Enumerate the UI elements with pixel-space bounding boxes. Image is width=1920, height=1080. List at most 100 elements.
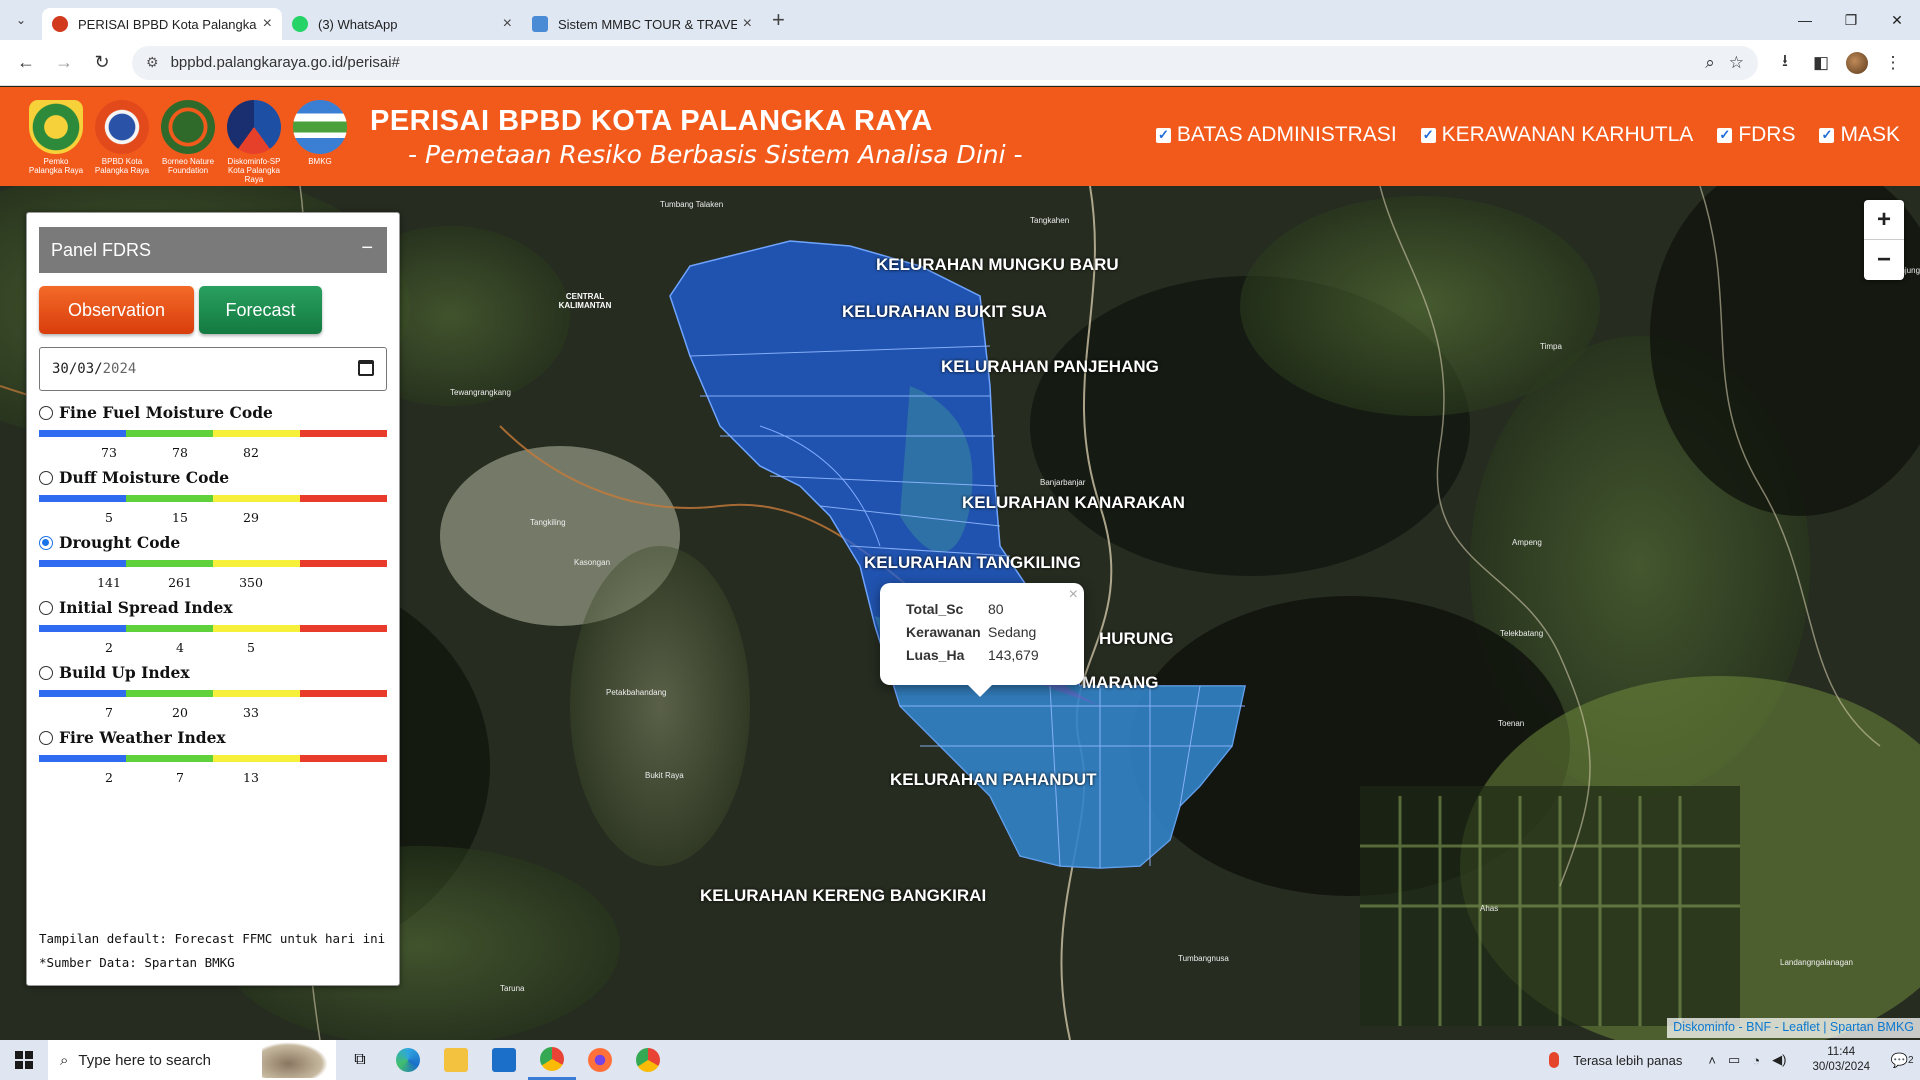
layer-kerawanan-karhutla[interactable]: ✓ KERAWANAN KARHUTLA <box>1420 123 1693 147</box>
chrome-icon[interactable] <box>528 1040 576 1080</box>
kelurahan-label: KELURAHAN BUKIT SUA <box>842 302 1047 321</box>
tab-title: Sistem MMBC TOUR & TRAVEL <box>558 16 737 32</box>
fdrs-index-option[interactable]: Drought Code 141 261 350 <box>39 533 389 590</box>
address-bar[interactable]: ⚙ bppbd.palangkaraya.go.id/perisai# ⌕ ☆ <box>132 45 1758 80</box>
close-window-icon[interactable]: ✕ <box>1874 0 1920 40</box>
browser-tab-strip: ⌄ PERISAI BPBD Kota Palangka Ra × (3) Wh… <box>0 0 1920 40</box>
meet-icon[interactable]: ▭ <box>1728 1052 1740 1068</box>
index-label[interactable]: Build Up Index <box>39 663 389 682</box>
radio-button[interactable] <box>39 405 53 420</box>
window-controls: — ❐ ✕ <box>1782 0 1920 40</box>
tab-perisai[interactable]: PERISAI BPBD Kota Palangka Ra × <box>42 8 282 40</box>
popup-row: Total_Sc 80 <box>906 601 1004 617</box>
file-explorer-icon[interactable] <box>432 1040 480 1080</box>
place-label: Toenan <box>1498 719 1525 728</box>
scale-tick-label: 33 <box>243 705 259 720</box>
clock[interactable]: 11:44 30/03/2024 <box>1812 1045 1870 1075</box>
scale-tick-label: 29 <box>243 510 259 525</box>
tab-whatsapp[interactable]: (3) WhatsApp × <box>282 8 522 40</box>
tab-title: (3) WhatsApp <box>318 16 398 32</box>
minimize-icon[interactable]: — <box>1782 0 1828 40</box>
forward-icon[interactable]: → <box>48 47 80 79</box>
url-text[interactable]: bppbd.palangkaraya.go.id/perisai# <box>171 54 1692 71</box>
radio-button[interactable] <box>39 470 53 485</box>
fdrs-index-option[interactable]: Fire Weather Index 2 7 13 <box>39 728 389 785</box>
fdrs-index-option[interactable]: Build Up Index 7 20 33 <box>39 663 389 720</box>
color-scale-bar <box>39 690 387 697</box>
place-label: Kasongan <box>574 558 611 567</box>
notification-icon[interactable]: 💬 2 <box>1884 1052 1920 1069</box>
site-info-icon[interactable]: ⚙ <box>146 54 159 71</box>
back-icon[interactable]: ← <box>10 47 42 79</box>
index-label[interactable]: Initial Spread Index <box>39 598 389 617</box>
new-tab-icon[interactable]: + <box>772 7 785 33</box>
place-label: Bukit Raya <box>645 771 684 780</box>
index-label[interactable]: Duff Moisture Code <box>39 468 389 487</box>
kelurahan-label: KELURAHAN KERENG BANGKIRAI <box>700 886 987 905</box>
checkbox-icon[interactable]: ✓ <box>1155 127 1171 143</box>
fdrs-index-option[interactable]: Fine Fuel Moisture Code 73 78 82 <box>39 403 389 460</box>
weather-widget[interactable]: Terasa lebih panas <box>1549 1052 1682 1068</box>
default-view-note: Tampilan default: Forecast FFMC untuk ha… <box>39 931 386 946</box>
panel-minimize-button[interactable]: − <box>361 237 373 260</box>
search-icon: ⌕ <box>60 1051 69 1069</box>
scale-tick-label: 20 <box>172 705 188 720</box>
radio-button[interactable] <box>39 730 53 745</box>
side-panel-icon[interactable]: ◧ <box>1804 46 1838 80</box>
kelurahan-label: KELURAHAN PANJEHANG <box>941 357 1159 376</box>
scale-tick-label: 7 <box>105 705 113 720</box>
tab-search-icon[interactable]: ⌄ <box>8 7 34 33</box>
fdrs-index-option[interactable]: Duff Moisture Code 5 15 29 <box>39 468 389 525</box>
fdrs-index-option[interactable]: Initial Spread Index 2 4 5 <box>39 598 389 655</box>
zoom-out-button[interactable]: − <box>1864 240 1904 280</box>
date-input[interactable]: 30/03/2024 <box>39 347 387 391</box>
index-label[interactable]: Drought Code <box>39 533 389 552</box>
bookmark-star-icon[interactable]: ☆ <box>1729 53 1744 73</box>
chrome-profile-icon[interactable] <box>624 1040 672 1080</box>
popup-close-button[interactable]: × <box>1069 586 1078 604</box>
observation-button[interactable]: Observation <box>39 286 194 334</box>
checkbox-icon[interactable]: ✓ <box>1717 127 1733 143</box>
task-view-icon[interactable]: ⧉ <box>336 1040 384 1080</box>
chevron-up-icon[interactable]: ˄ <box>1708 1053 1716 1068</box>
map-attribution[interactable]: Diskominfo - BNF - Leaflet | Spartan BMK… <box>1667 1018 1920 1038</box>
thermometer-icon <box>1549 1052 1560 1068</box>
color-scale-bar <box>39 755 387 762</box>
forecast-button[interactable]: Forecast <box>199 286 322 334</box>
profile-avatar[interactable] <box>1840 46 1874 80</box>
reload-icon[interactable]: ↻ <box>86 47 118 79</box>
download-icon[interactable]: ⭳ <box>1768 46 1802 80</box>
zoom-icon[interactable]: ⌕ <box>1705 53 1715 73</box>
place-label: Taruna <box>500 984 525 993</box>
radio-button[interactable] <box>39 600 53 615</box>
checkbox-icon[interactable]: ✓ <box>1420 127 1436 143</box>
bnf-logo: Borneo Nature Foundation <box>158 99 218 175</box>
taskbar-search[interactable]: ⌕ Type here to search <box>48 1040 336 1080</box>
mail-icon[interactable] <box>480 1040 528 1080</box>
radio-button[interactable] <box>39 535 53 550</box>
place-label: Timpa <box>1540 342 1562 351</box>
close-tab-icon[interactable]: × <box>263 15 272 33</box>
layer-fdrs[interactable]: ✓ FDRS <box>1717 123 1795 147</box>
layer-mask[interactable]: ✓ MASK <box>1819 123 1900 147</box>
close-tab-icon[interactable]: × <box>503 15 512 33</box>
bpbd-logo: BPBD Kota Palangka Raya <box>92 99 152 175</box>
checkbox-icon[interactable]: ✓ <box>1819 127 1835 143</box>
scale-tick-label: 261 <box>168 575 192 590</box>
whatsapp-favicon-icon <box>292 16 308 32</box>
calendar-icon[interactable] <box>358 360 374 376</box>
start-button[interactable] <box>0 1040 48 1080</box>
radio-button[interactable] <box>39 665 53 680</box>
network-icon[interactable]: ◔ <box>1752 1053 1760 1068</box>
zoom-in-button[interactable]: + <box>1864 200 1904 240</box>
restore-icon[interactable]: ❐ <box>1828 0 1874 40</box>
layer-batas-administrasi[interactable]: ✓ BATAS ADMINISTRASI <box>1155 123 1397 147</box>
edge-icon[interactable] <box>384 1040 432 1080</box>
volume-icon[interactable]: ◀) <box>1772 1052 1786 1068</box>
browser-menu-icon[interactable]: ⋮ <box>1876 46 1910 80</box>
tab-mmbc[interactable]: Sistem MMBC TOUR & TRAVEL × <box>522 8 762 40</box>
index-label[interactable]: Fire Weather Index <box>39 728 389 747</box>
index-label[interactable]: Fine Fuel Moisture Code <box>39 403 389 422</box>
firefox-icon[interactable] <box>576 1040 624 1080</box>
close-tab-icon[interactable]: × <box>743 15 752 33</box>
